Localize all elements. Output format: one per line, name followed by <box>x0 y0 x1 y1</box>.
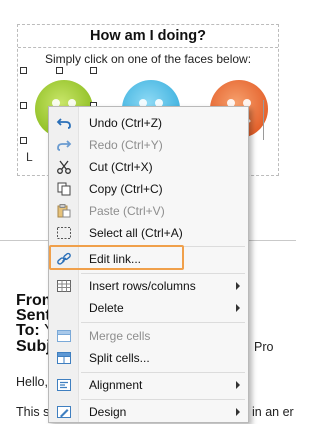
select-all-icon <box>56 226 72 240</box>
copy-icon <box>56 182 72 196</box>
menu-item-label: Select all (Ctrl+A) <box>89 226 183 240</box>
email-greeting: Hello, <box>16 375 48 389</box>
submenu-arrow-icon <box>236 304 240 312</box>
scissors-icon <box>56 160 72 174</box>
menu-separator <box>81 399 245 400</box>
submenu-arrow-icon <box>236 282 240 290</box>
menu-separator <box>81 273 245 274</box>
menu-separator <box>81 322 245 323</box>
context-menu[interactable]: Undo (Ctrl+Z) Redo (Ctrl+Y) Cut (Ctrl+X)… <box>48 106 249 423</box>
menu-item-label: Insert rows/columns <box>89 279 196 293</box>
undo-icon <box>56 116 72 130</box>
email-body-start: This s <box>16 405 50 419</box>
menu-item-label: Undo (Ctrl+Z) <box>89 116 163 130</box>
survey-cell-label: L <box>26 150 33 164</box>
menu-item-alignment[interactable]: Alignment <box>49 374 248 396</box>
submenu-arrow-icon <box>236 381 240 389</box>
menu-item-paste[interactable]: Paste (Ctrl+V) <box>49 200 248 222</box>
resize-handle-bottom-left[interactable] <box>20 137 27 144</box>
cell-divider <box>263 100 264 140</box>
split-cells-icon <box>56 351 72 365</box>
menu-item-design[interactable]: Design <box>49 401 248 423</box>
survey-subtitle: Simply click on one of the faces below: <box>44 52 252 66</box>
menu-item-label: Copy (Ctrl+C) <box>89 182 163 196</box>
merge-cells-icon <box>56 329 72 343</box>
table-grid-icon <box>56 279 72 293</box>
menu-item-redo[interactable]: Redo (Ctrl+Y) <box>49 134 248 156</box>
menu-item-cut[interactable]: Cut (Ctrl+X) <box>49 156 248 178</box>
edit-link-highlight <box>49 245 184 270</box>
menu-item-label: Delete <box>89 301 124 315</box>
pen-icon <box>56 405 72 419</box>
email-to-label: To: <box>16 322 40 339</box>
resize-handle-top[interactable] <box>56 67 63 74</box>
email-body-tail: in an er <box>252 405 294 419</box>
alignment-icon <box>56 378 72 392</box>
survey-title: How am I doing? <box>18 25 278 48</box>
menu-item-label: Split cells... <box>89 351 150 365</box>
email-subject-tail: Pro <box>254 340 274 354</box>
menu-item-insert-rows-columns[interactable]: Insert rows/columns <box>49 275 248 297</box>
menu-item-undo[interactable]: Undo (Ctrl+Z) <box>49 112 248 134</box>
redo-icon <box>56 138 72 152</box>
menu-item-split-cells[interactable]: Split cells... <box>49 347 248 369</box>
menu-item-label: Paste (Ctrl+V) <box>89 204 165 218</box>
menu-separator <box>81 372 245 373</box>
menu-item-label: Redo (Ctrl+Y) <box>89 138 163 152</box>
resize-handle-left[interactable] <box>20 102 27 109</box>
paste-icon <box>56 204 72 218</box>
menu-item-copy[interactable]: Copy (Ctrl+C) <box>49 178 248 200</box>
submenu-arrow-icon <box>236 408 240 416</box>
menu-item-label: Alignment <box>89 378 143 392</box>
menu-item-select-all[interactable]: Select all (Ctrl+A) <box>49 222 248 244</box>
menu-item-label: Cut (Ctrl+X) <box>89 160 153 174</box>
menu-item-merge-cells[interactable]: Merge cells <box>49 325 248 347</box>
menu-item-label: Merge cells <box>89 329 151 343</box>
menu-item-delete[interactable]: Delete <box>49 297 248 319</box>
resize-handle-top-right[interactable] <box>90 67 97 74</box>
menu-item-label: Design <box>89 405 127 419</box>
resize-handle-top-left[interactable] <box>20 67 27 74</box>
